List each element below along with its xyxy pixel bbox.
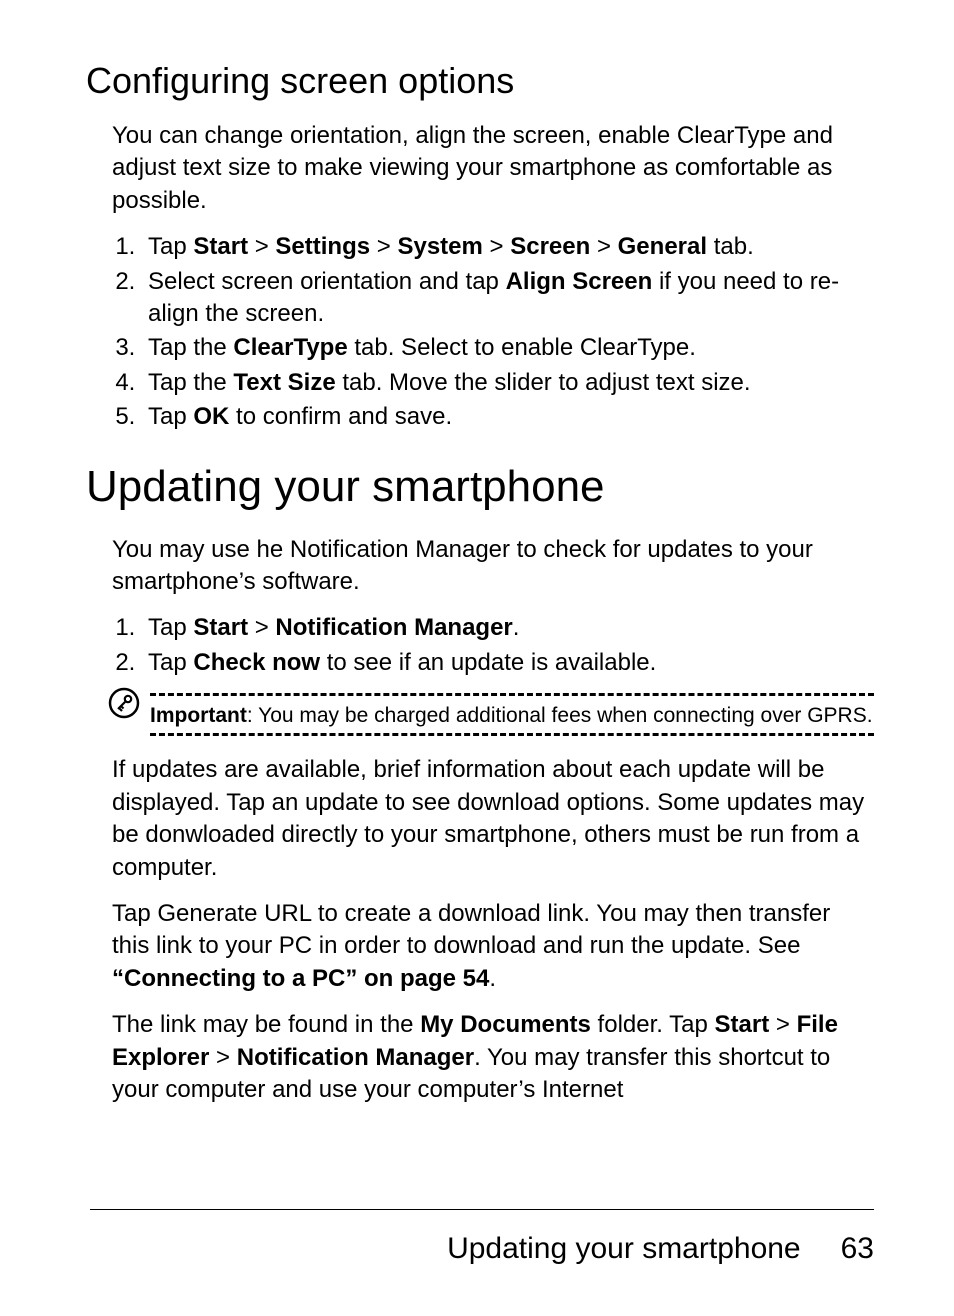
text: Tap the xyxy=(148,334,233,361)
page-footer: Updating your smartphone 63 xyxy=(90,1209,874,1266)
note-text: : You may be charged additional fees whe… xyxy=(247,704,873,727)
note-content: Important: You may be charged additional… xyxy=(150,693,874,736)
text: tab. xyxy=(707,233,754,260)
text: Tap xyxy=(148,614,193,641)
text: > xyxy=(248,233,275,260)
footer-title: Updating your smartphone xyxy=(447,1232,801,1265)
important-note: Important: You may be charged additional… xyxy=(112,693,874,736)
text: to see if an update is available. xyxy=(320,649,656,676)
text: > xyxy=(590,233,617,260)
bold-start: Start xyxy=(193,233,248,260)
bold-ok: OK xyxy=(193,403,229,430)
body-paragraph: The link may be found in the My Document… xyxy=(112,1009,874,1106)
bold-text-size: Text Size xyxy=(233,369,335,396)
text: Select screen orientation and tap xyxy=(148,268,506,295)
step-item: Tap the ClearType tab. Select to enable … xyxy=(142,332,874,364)
bold-check-now: Check now xyxy=(193,649,320,676)
page-number: 63 xyxy=(841,1232,874,1265)
text: > xyxy=(769,1011,796,1038)
step-item: Tap Start > Settings > System > Screen >… xyxy=(142,231,874,263)
text: > xyxy=(209,1044,236,1071)
text: to confirm and save. xyxy=(229,403,452,430)
text: > xyxy=(370,233,397,260)
bold-start: Start xyxy=(715,1011,770,1038)
bold-settings: Settings xyxy=(275,233,370,260)
bold-my-documents: My Documents xyxy=(420,1011,591,1038)
text: Tap xyxy=(148,649,193,676)
section-heading-updating: Updating your smartphone xyxy=(86,462,874,512)
steps-list-updating: Tap Start > Notification Manager. Tap Ch… xyxy=(142,612,874,679)
body-paragraph: Tap Generate URL to create a download li… xyxy=(112,898,874,995)
step-item: Select screen orientation and tap Align … xyxy=(142,266,874,331)
step-item: Tap Check now to see if an update is ava… xyxy=(142,647,874,679)
key-icon xyxy=(108,687,140,724)
text: Tap Generate URL to create a download li… xyxy=(112,900,830,959)
body-paragraph: If updates are available, brief informat… xyxy=(112,754,874,884)
section-heading-configuring: Configuring screen options xyxy=(86,60,874,102)
bold-align-screen: Align Screen xyxy=(506,268,653,295)
step-item: Tap OK to confirm and save. xyxy=(142,401,874,433)
bold-notification-manager: Notification Manager xyxy=(237,1044,474,1071)
text: Tap xyxy=(148,233,193,260)
intro-paragraph: You can change orientation, align the sc… xyxy=(112,120,874,217)
text: > xyxy=(248,614,275,641)
text: Tap the xyxy=(148,369,233,396)
bold-cross-ref: “Connecting to a PC” on page 54 xyxy=(112,965,489,992)
text: folder. Tap xyxy=(591,1011,715,1038)
step-item: Tap Start > Notification Manager. xyxy=(142,612,874,644)
bold-general: General xyxy=(618,233,707,260)
intro-paragraph-updating: You may use he Notification Manager to c… xyxy=(112,534,874,599)
text: . xyxy=(489,965,496,992)
text: . xyxy=(513,614,520,641)
bold-system: System xyxy=(397,233,482,260)
text: Tap xyxy=(148,403,193,430)
text: > xyxy=(483,233,510,260)
bold-notification-manager: Notification Manager xyxy=(275,614,512,641)
step-item: Tap the Text Size tab. Move the slider t… xyxy=(142,367,874,399)
bold-cleartype: ClearType xyxy=(233,334,347,361)
bold-start: Start xyxy=(193,614,248,641)
text: tab. Move the slider to adjust text size… xyxy=(336,369,751,396)
steps-list-configuring: Tap Start > Settings > System > Screen >… xyxy=(142,231,874,433)
text: tab. Select to enable ClearType. xyxy=(348,334,696,361)
text: The link may be found in the xyxy=(112,1011,420,1038)
bold-screen: Screen xyxy=(510,233,590,260)
note-label: Important xyxy=(150,704,247,727)
